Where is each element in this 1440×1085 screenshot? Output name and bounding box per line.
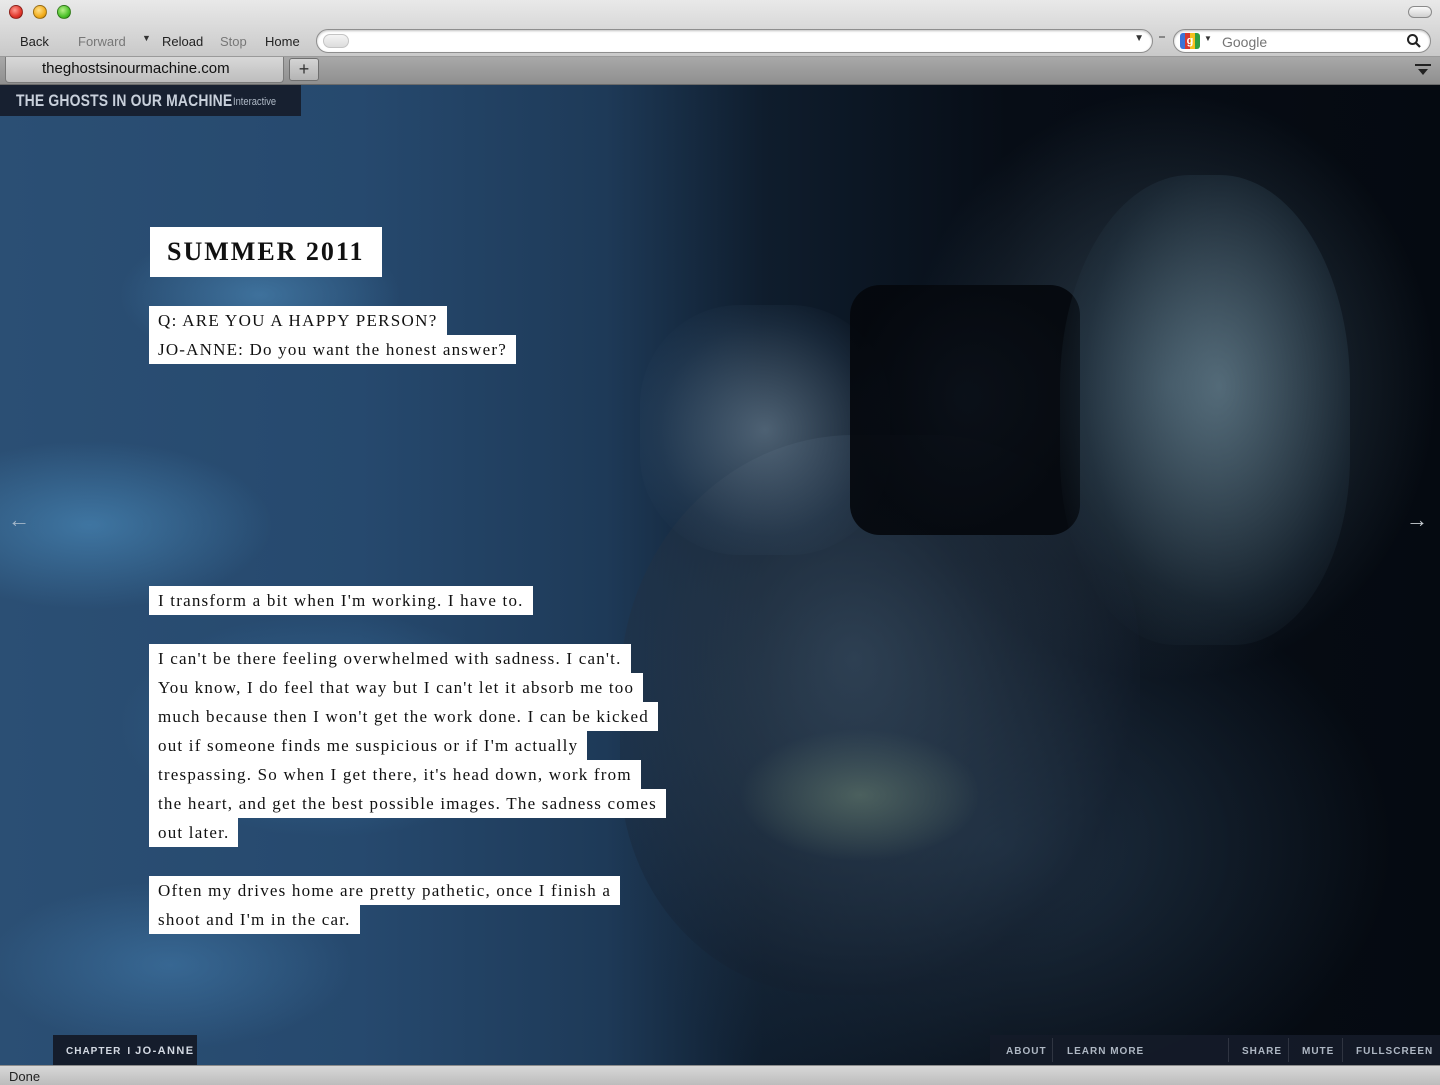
paragraph-line: Often my drives home are pretty pathetic… — [149, 876, 621, 905]
paragraph-line: the heart, and get the best possible ima… — [149, 789, 666, 818]
search-bar[interactable]: g ▼ — [1173, 29, 1431, 53]
paragraph-line: shoot and I'm in the car. — [149, 905, 360, 934]
chapter-name: JO-ANNE — [135, 1045, 195, 1057]
previous-arrow-icon[interactable]: ← — [8, 507, 30, 533]
footer-nav: ABOUT LEARN MORE SHARE MUTE FULLSCREEN — [990, 1035, 1440, 1065]
site-subtitle: Interactive — [233, 96, 277, 108]
tab-active[interactable]: theghostsinourmachine.com — [5, 57, 284, 83]
paragraph-line: out if someone finds me suspicious or if… — [149, 731, 588, 760]
interview-answer: JO-ANNE: Do you want the honest answer? — [149, 335, 516, 364]
footer-divider — [1052, 1038, 1053, 1062]
fullscreen-button[interactable]: FULLSCREEN — [1356, 1046, 1433, 1057]
home-button[interactable]: Home — [265, 34, 300, 49]
toolbar-toggle-button[interactable] — [1408, 6, 1432, 18]
search-engine-dropdown-icon[interactable]: ▼ — [1204, 34, 1212, 43]
bar-resize-handle[interactable] — [1159, 36, 1165, 38]
chapter-indicator[interactable]: CHAPTER I JO-ANNE — [53, 1035, 197, 1065]
section-heading: SUMMER 2011 — [150, 227, 382, 277]
interview-question: Q: ARE YOU A HAPPY PERSON? — [149, 306, 447, 335]
back-button[interactable]: Back — [20, 34, 49, 49]
paragraph-line: much because then I won't get the work d… — [149, 702, 658, 731]
site-title: THE GHOSTS IN OUR MACHINE — [16, 91, 233, 110]
window-zoom-button[interactable] — [57, 5, 71, 19]
tab-list-icon[interactable] — [1412, 61, 1434, 79]
share-button[interactable]: SHARE — [1242, 1046, 1282, 1057]
background-photo-region — [850, 285, 1080, 535]
footer-divider — [1342, 1038, 1343, 1062]
chapter-separator: I — [127, 1046, 132, 1057]
window-minimize-button[interactable] — [33, 5, 47, 19]
new-tab-button[interactable]: + — [289, 58, 319, 81]
paragraph-line: out later. — [149, 818, 239, 847]
chapter-label: CHAPTER — [66, 1046, 122, 1057]
forward-button[interactable]: Forward — [78, 34, 126, 49]
address-bar[interactable]: ▼ — [316, 29, 1153, 53]
search-input[interactable] — [1222, 33, 1402, 51]
browser-toolbar: Back Forward ▼ Reload Stop Home ▼ g ▼ — [0, 0, 1440, 57]
site-identity-icon[interactable] — [323, 34, 349, 48]
paragraph-line: You know, I do feel that way but I can't… — [149, 673, 644, 702]
stop-button[interactable]: Stop — [220, 34, 247, 49]
site-logo[interactable]: THE GHOSTS IN OUR MACHINE Interactive — [0, 85, 301, 116]
about-link[interactable]: ABOUT — [1006, 1046, 1047, 1057]
footer-divider — [1228, 1038, 1229, 1062]
reload-button[interactable]: Reload — [162, 34, 203, 49]
status-text: Done — [9, 1069, 41, 1084]
paragraph-line: I transform a bit when I'm working. I ha… — [149, 586, 533, 615]
window-close-button[interactable] — [9, 5, 23, 19]
url-history-dropdown-icon[interactable]: ▼ — [1134, 33, 1144, 44]
search-icon[interactable] — [1406, 33, 1422, 49]
page-content: THE GHOSTS IN OUR MACHINE Interactive ← … — [0, 85, 1440, 1065]
next-arrow-icon[interactable]: → — [1406, 507, 1428, 533]
mute-button[interactable]: MUTE — [1302, 1046, 1334, 1057]
status-bar: Done — [0, 1065, 1440, 1085]
history-dropdown-icon[interactable]: ▼ — [142, 33, 151, 43]
paragraph-line: trespassing. So when I get there, it's h… — [149, 760, 641, 789]
tab-bar: theghostsinourmachine.com + — [0, 57, 1440, 85]
paragraph-line: I can't be there feeling overwhelmed wit… — [149, 644, 631, 673]
footer-divider — [1288, 1038, 1289, 1062]
background-photo-region — [1060, 175, 1350, 645]
search-engine-icon[interactable]: g — [1180, 33, 1200, 49]
learn-more-link[interactable]: LEARN MORE — [1067, 1046, 1144, 1057]
